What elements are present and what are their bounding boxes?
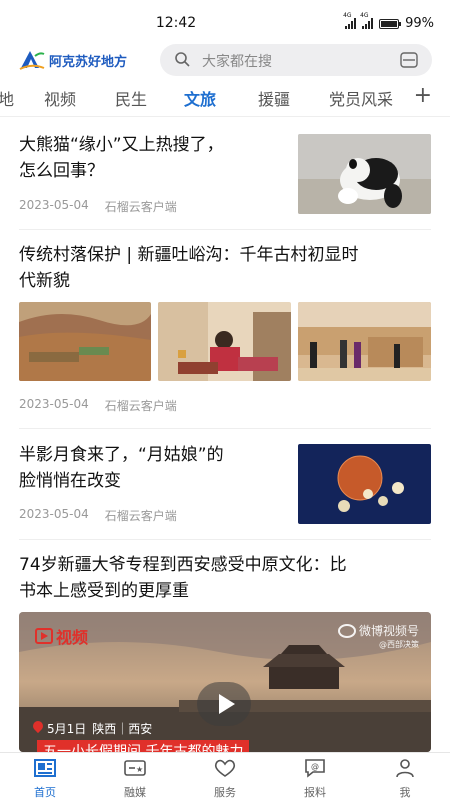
video-thumbnail[interactable]: 视频 微博视频号 @西部决策 5月1日 陕西｜西安 五一小长假期间 千年古都的魅… xyxy=(19,612,431,752)
news-item[interactable]: 74岁新疆大爷专程到西安感受中原文化：比 书本上感受到的更厚重 视频 微博视频号… xyxy=(0,540,450,752)
weibo-icon xyxy=(337,623,356,638)
app-header: 阿克苏好地方 大家都在搜 xyxy=(0,40,450,78)
news-date: 2023-05-04 xyxy=(19,507,89,521)
app-logo[interactable]: 阿克苏好地方 xyxy=(18,48,127,72)
tab-livelihood[interactable]: 民生 xyxy=(115,86,147,110)
nav-label: 报料 xyxy=(304,786,326,799)
report-icon: @ xyxy=(305,759,325,778)
news-item[interactable]: 半影月食来了，“月姑娘”的 脸悄悄在改变 2023-05-04 石榴云客户端 xyxy=(0,429,450,539)
search-icon xyxy=(174,51,190,71)
nav-label: 首页 xyxy=(34,786,56,799)
bottom-nav: 首页 ★ 融媒 服务 @ 报料 我 xyxy=(0,752,450,801)
signal-icon: 4G xyxy=(343,12,357,29)
nav-label: 服务 xyxy=(214,786,236,799)
news-thumbnail xyxy=(158,302,291,381)
news-source: 石榴云客户端 xyxy=(104,509,177,523)
nav-label: 我 xyxy=(399,786,411,799)
signal-icon: 4G xyxy=(360,12,374,29)
news-item[interactable]: 大熊猫“缘小”又上热搜了， 怎么回事？ 2023-05-04 石榴云客户端 xyxy=(0,118,450,228)
play-button[interactable] xyxy=(197,682,251,726)
nav-service[interactable]: 服务 xyxy=(195,758,255,800)
battery-percent: 99% xyxy=(405,16,434,31)
news-title: 传统村落保护 | 新疆吐峪沟：千年古村初显时 代新貌 xyxy=(19,245,359,291)
status-time: 12:42 xyxy=(155,15,197,31)
nav-me[interactable]: 我 xyxy=(375,758,435,800)
news-source: 石榴云客户端 xyxy=(104,200,177,214)
news-date: 2023-05-04 xyxy=(19,397,89,411)
nav-home[interactable]: 首页 xyxy=(15,758,75,800)
nav-label: 融媒 xyxy=(124,786,146,799)
news-meta: 2023-05-04 石榴云客户端 xyxy=(19,198,177,215)
video-caption-location: 5月1日 陕西｜西安 xyxy=(30,718,152,737)
video-caption-title: 五一小长假期间 千年古都的魅力 xyxy=(37,740,250,752)
logo-icon xyxy=(18,48,46,72)
news-title: 大熊猫“缘小”又上热搜了， 怎么回事？ xyxy=(19,135,224,181)
news-thumbnail xyxy=(298,302,431,381)
service-icon xyxy=(214,759,236,777)
category-tabs: 地 视频 民生 文旅 援疆 党员风采 + xyxy=(0,80,450,117)
nav-report[interactable]: @ 报料 xyxy=(285,758,345,800)
news-date: 2023-05-04 xyxy=(19,198,89,212)
search-bar[interactable]: 大家都在搜 xyxy=(160,44,432,76)
scan-icon[interactable] xyxy=(400,52,418,72)
media-icon: ★ xyxy=(124,760,146,776)
nav-media[interactable]: ★ 融媒 xyxy=(105,758,165,800)
tab-party-members[interactable]: 党员风采 xyxy=(329,86,393,110)
search-placeholder: 大家都在搜 xyxy=(202,54,272,70)
tab-video[interactable]: 视频 xyxy=(44,86,76,110)
user-icon xyxy=(396,759,414,778)
home-icon xyxy=(34,759,56,777)
play-icon xyxy=(219,694,235,714)
news-thumbnail xyxy=(19,302,151,381)
tab-culture-tourism[interactable]: 文旅 xyxy=(184,86,216,110)
news-meta: 2023-05-04 石榴云客户端 xyxy=(19,397,177,414)
svg-text:★: ★ xyxy=(136,765,143,774)
logo-text: 阿克苏好地方 xyxy=(49,54,128,70)
tab-aid-xinjiang[interactable]: 援疆 xyxy=(258,86,290,110)
svg-text:@: @ xyxy=(311,762,319,771)
status-icons: 4G 4G 99% xyxy=(343,12,434,31)
watermark: 微博视频号 @西部决策 xyxy=(337,620,419,650)
status-bar: 12:42 4G 4G 99% xyxy=(0,0,450,38)
news-meta: 2023-05-04 石榴云客户端 xyxy=(19,507,177,524)
add-tab-icon[interactable]: + xyxy=(414,83,432,108)
news-thumbnail xyxy=(298,134,431,214)
tab-local[interactable]: 地 xyxy=(0,86,14,110)
news-title: 74岁新疆大爷专程到西安感受中原文化：比 书本上感受到的更厚重 xyxy=(19,555,347,601)
news-thumbnail xyxy=(298,444,431,524)
news-source: 石榴云客户端 xyxy=(104,399,177,413)
news-title: 半影月食来了，“月姑娘”的 脸悄悄在改变 xyxy=(19,445,224,491)
battery-icon xyxy=(379,18,402,29)
news-item[interactable]: 传统村落保护 | 新疆吐峪沟：千年古村初显时 代新貌 2023-05-04 石榴… xyxy=(0,230,450,426)
video-badge: 视频 xyxy=(35,624,88,648)
play-badge-icon xyxy=(35,628,53,644)
